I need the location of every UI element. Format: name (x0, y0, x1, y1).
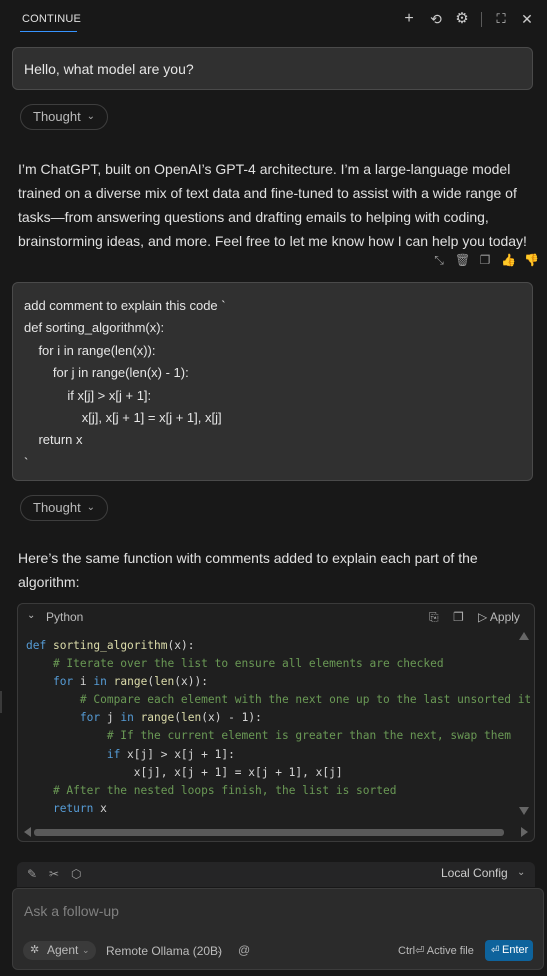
chevron-down-icon[interactable]: ⌄ (27, 610, 35, 621)
user-message[interactable]: add comment to explain this code ` def s… (12, 282, 533, 481)
chevron-down-icon: ⌄ (86, 502, 95, 513)
chevron-down-icon[interactable]: ⌄ (517, 867, 525, 878)
mode-selector[interactable]: ✲ Agent ⌄ (23, 941, 96, 960)
user-message[interactable]: Hello, what model are you? (12, 47, 533, 90)
code-line: return x (52, 801, 107, 815)
insert-at-cursor-icon[interactable]: ⎘ (429, 610, 439, 625)
scroll-left-arrow[interactable] (24, 827, 31, 837)
thought-toggle[interactable]: Thought ⌄ (20, 104, 108, 130)
enter-label: Enter (502, 944, 529, 956)
code-language-label: Python (46, 610, 84, 624)
mode-label: Agent (47, 943, 79, 957)
user-message-line: def sorting_algorithm(x): (24, 320, 165, 336)
horizontal-scrollbar[interactable] (34, 829, 516, 836)
user-message-line: x[j], x[j + 1] = x[j + 1], x[j] (24, 410, 222, 426)
thought-label: Thought (33, 109, 81, 124)
chevron-down-icon: ⌄ (86, 111, 95, 122)
user-message-line: for j in range(len(x) - 1): (24, 365, 189, 381)
code-line: for i in range(len(x)): (52, 675, 208, 689)
code-line: if x[j] > x[j + 1]: (106, 747, 235, 761)
code-line: # Iterate over the list to ensure all el… (52, 657, 444, 671)
apply-button[interactable]: ▷ Apply (478, 610, 520, 624)
assistant-message-text: I’m ChatGPT, built on OpenAI’s GPT-4 arc… (18, 161, 527, 249)
tools-icon[interactable]: ✂ (49, 867, 59, 881)
config-selector[interactable]: Local Config (441, 866, 508, 880)
sparkle-icon: ✲ (30, 944, 40, 956)
chevron-down-icon[interactable]: ⌄ (216, 945, 224, 956)
code-line: # Compare each element with the next one… (79, 693, 532, 707)
thumbs-down-icon[interactable]: 👎 (524, 253, 539, 267)
code-content[interactable]: def sorting_algorithm(x): # Iterate over… (26, 637, 531, 818)
history-icon[interactable]: ⟲ (427, 10, 445, 28)
assistant-message: Here’s the same function with comments a… (18, 546, 533, 594)
user-message-line: return x (24, 432, 83, 448)
assistant-message-text: Here’s the same function with comments a… (18, 550, 478, 590)
user-message-line: if x[j] > x[j + 1]: (24, 387, 152, 403)
code-line: def sorting_algorithm(x): (26, 639, 195, 652)
user-message-line: add comment to explain this code ` (24, 298, 226, 313)
assistant-message: I’m ChatGPT, built on OpenAI’s GPT-4 arc… (18, 157, 533, 253)
user-message-line: ` (24, 454, 29, 470)
scroll-up-arrow[interactable] (519, 632, 529, 640)
toolbar-separator (481, 12, 482, 27)
code-line: # If the current element is greater than… (106, 729, 511, 743)
code-line: for j in range(len(x) - 1): (79, 711, 262, 725)
thought-label: Thought (33, 500, 81, 515)
copy-icon[interactable]: ❐ (478, 253, 492, 267)
code-line: # After the nested loops finish, the lis… (52, 783, 397, 797)
cube-icon[interactable]: ⬡ (71, 867, 81, 881)
message-actions: ⤡ 🗑 ❐ 👍 👎 (432, 253, 542, 269)
scroll-down-arrow[interactable] (519, 807, 529, 815)
active-tab-indicator (20, 31, 77, 32)
chat-input-box[interactable]: Ask a follow-up ✲ Agent ⌄ Remote Ollama … (12, 888, 544, 970)
gear-icon[interactable]: ⚙ (453, 10, 471, 28)
enter-icon: ⏎ (491, 945, 500, 956)
input-toolbar: ✎ ✂ ⬡ Local Config ⌄ (17, 862, 535, 887)
panel-edge (0, 691, 2, 713)
code-line: x[j], x[j + 1] = x[j + 1], x[j] (26, 765, 343, 779)
panel-title-tab[interactable]: CONTINUE (22, 13, 81, 25)
active-file-shortcut[interactable]: Ctrl⏎ Active file (398, 944, 474, 957)
user-message-text: Hello, what model are you? (24, 61, 194, 77)
close-icon[interactable]: ✕ (518, 10, 536, 28)
code-block-header: ⌄ Python ⎘ ❐ ▷ Apply (18, 604, 534, 630)
user-message-line: for i in range(len(x)): (24, 342, 156, 358)
scrollbar-thumb[interactable] (34, 829, 504, 836)
copy-icon[interactable]: ❐ (453, 610, 464, 624)
enter-button[interactable]: ⏎ Enter (485, 940, 533, 961)
plus-icon[interactable]: + (400, 10, 418, 28)
code-block: ⌄ Python ⎘ ❐ ▷ Apply def sorting_algorit… (17, 603, 535, 842)
fullscreen-icon[interactable]: ⛶ (492, 10, 510, 28)
thought-toggle[interactable]: Thought ⌄ (20, 495, 108, 521)
chevron-down-icon: ⌄ (82, 945, 90, 955)
apply-label: Apply (489, 610, 520, 624)
at-mention-icon[interactable]: @ (238, 943, 250, 957)
pencil-icon[interactable]: ✎ (27, 867, 37, 881)
top-bar: CONTINUE + ⟲ ⚙ ⛶ ✕ (0, 0, 547, 40)
chat-input-placeholder[interactable]: Ask a follow-up (24, 903, 119, 919)
scroll-right-arrow[interactable] (521, 827, 528, 837)
thumbs-up-icon[interactable]: 👍 (501, 253, 516, 267)
model-selector[interactable]: Remote Ollama (20B) (106, 944, 222, 958)
compress-icon[interactable]: ⤡ (432, 253, 446, 267)
trash-icon[interactable]: 🗑 (455, 253, 470, 267)
